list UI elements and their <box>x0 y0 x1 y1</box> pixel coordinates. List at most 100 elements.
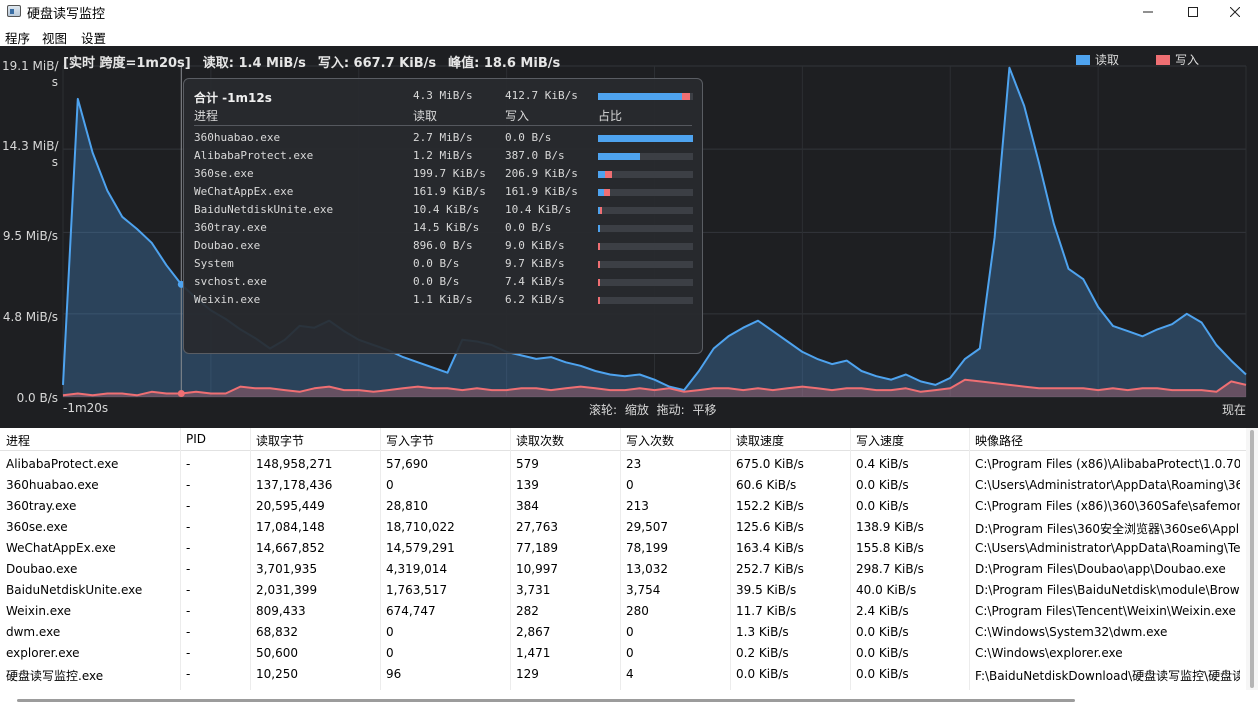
tooltip-total-share-bar <box>598 93 693 100</box>
table-cell: 0 <box>386 625 394 639</box>
maximize-button[interactable] <box>1170 0 1216 24</box>
table-row[interactable]: Doubao.exe - 3,701,935 4,319,014 10,997 13,03… <box>0 558 1246 579</box>
table-cell: 137,178,436 <box>256 478 333 492</box>
column-header[interactable]: 写入次数 <box>626 432 674 449</box>
table-cell: 0 <box>626 646 634 660</box>
table-cell: 77,189 <box>516 541 558 555</box>
vertical-scrollbar[interactable] <box>1246 428 1258 690</box>
tooltip-share-bar <box>598 189 693 196</box>
table-cell: - <box>186 541 191 555</box>
column-header[interactable]: 读取速度 <box>736 432 784 449</box>
column-header[interactable]: 进程 <box>6 432 30 449</box>
menu-program[interactable]: 程序 <box>5 28 30 47</box>
tooltip-share-bar <box>598 225 693 232</box>
tooltip-process-write: 10.4 KiB/s <box>505 203 572 216</box>
table-row[interactable]: Weixin.exe - 809,433 674,747 282 280 11.7 KiB/… <box>0 600 1246 621</box>
horizontal-scroll-thumb[interactable] <box>17 699 1075 702</box>
column-header[interactable]: PID <box>186 432 206 446</box>
tooltip-col-write: 写入 <box>505 109 530 123</box>
table-cell: - <box>186 583 191 597</box>
table-row[interactable]: BaiduNetdiskUnite.exe - 2,031,399 1,763,517… <box>0 579 1246 600</box>
table-cell: 0.0 KiB/s <box>856 667 909 681</box>
menu-view[interactable]: 视图 <box>42 28 67 47</box>
tooltip-process-read: 896.0 B/s <box>413 239 473 252</box>
table-cell: D:\Program Files\Doubao\app\Doubao.exe <box>975 562 1226 576</box>
table-row[interactable]: 360tray.exe - 20,595,449 28,810 384 213 152.2 … <box>0 495 1246 516</box>
table-cell: 10,997 <box>516 562 558 576</box>
table-cell: C:\Users\Administrator\AppData\Roaming\3… <box>975 478 1240 492</box>
table-cell: 152.2 KiB/s <box>736 499 804 513</box>
cursor-point-write <box>177 390 185 398</box>
process-table[interactable]: 进程 PID 读取字节 写入字节 读取次数 写入次数 读取速度 写入速度 映像路径 Alibab… <box>0 428 1258 708</box>
tooltip-process-name: svchost.exe <box>194 275 267 288</box>
table-cell: - <box>186 478 191 492</box>
table-cell: 138.9 KiB/s <box>856 520 924 534</box>
table-cell: F:\BaiduNetdiskDownload\硬盘读写监控\硬盘读 <box>975 669 1240 683</box>
tooltip-process-read: 161.9 KiB/s <box>413 185 486 198</box>
table-cell: - <box>186 604 191 618</box>
chart-read-rate: 读取: 1.4 MiB/s <box>202 56 306 71</box>
tooltip-process-write: 9.0 KiB/s <box>505 239 565 252</box>
table-cell: 2,031,399 <box>256 583 318 597</box>
table-cell: - <box>186 646 191 660</box>
tooltip-process-write: 206.9 KiB/s <box>505 167 578 180</box>
window-title: 硬盘读写监控 <box>27 7 106 22</box>
io-chart[interactable]: 19.1 MiB/ s 14.3 MiB/ s 9.5 MiB/s 4.8 Mi… <box>0 46 1258 428</box>
vertical-scroll-thumb[interactable] <box>1250 430 1254 688</box>
tooltip-process-read: 1.1 KiB/s <box>413 293 473 306</box>
y-tick-label: 14.3 MiB/ s <box>2 139 59 169</box>
tooltip-share-bar <box>598 207 693 214</box>
table-row[interactable]: AlibabaProtect.exe - 148,958,271 57,690 579 2… <box>0 453 1246 474</box>
horizontal-scrollbar[interactable] <box>0 692 1258 708</box>
chart-tooltip: 合计 -1m12s 4.3 MiB/s 412.7 KiB/s 进程 读取 写入… <box>183 78 703 354</box>
table-cell: Doubao.exe <box>6 562 78 576</box>
tooltip-process-row: System 0.0 B/s 9.7 KiB/s <box>184 257 702 273</box>
table-cell: 280 <box>626 604 649 618</box>
column-header[interactable]: 写入速度 <box>856 432 904 449</box>
table-cell: 14,667,852 <box>256 541 325 555</box>
table-row[interactable]: explorer.exe - 50,600 0 1,471 0 0.2 KiB/s 0.0 K… <box>0 642 1246 663</box>
table-cell: 0.0 KiB/s <box>856 646 909 660</box>
table-row[interactable]: 360huabao.exe - 137,178,436 0 139 0 60.6 KiB/s… <box>0 474 1246 495</box>
table-row[interactable]: 硬盘读写监控.exe - 10,250 96 129 4 0.0 KiB/s 0.0 KiB/… <box>0 663 1246 684</box>
table-cell: 0.2 KiB/s <box>736 646 789 660</box>
tooltip-process-write: 0.0 B/s <box>505 221 552 234</box>
table-cell: D:\Program Files\360安全浏览器\360se6\Applic <box>975 522 1240 536</box>
y-tick-label: 4.8 MiB/s <box>2 310 58 324</box>
tooltip-process-read: 1.2 MiB/s <box>413 149 473 162</box>
tooltip-process-read: 0.0 B/s <box>413 275 460 288</box>
table-cell: 0 <box>386 478 394 492</box>
table-cell: 0.0 KiB/s <box>856 499 909 513</box>
table-cell: 213 <box>626 499 649 513</box>
minimize-button[interactable] <box>1125 0 1171 24</box>
tooltip-process-name: 360se.exe <box>194 167 254 180</box>
column-header[interactable]: 读取字节 <box>256 432 304 449</box>
table-row[interactable]: 360se.exe - 17,084,148 18,710,022 27,763 29,5… <box>0 516 1246 537</box>
column-header[interactable]: 读取次数 <box>516 432 564 449</box>
table-cell: 3,754 <box>626 583 661 597</box>
tooltip-total-values: 4.3 MiB/s 412.7 KiB/s <box>184 89 702 105</box>
y-tick-label: 19.1 MiB/ s <box>2 59 59 89</box>
table-row[interactable]: WeChatAppEx.exe - 14,667,852 14,579,291 77,1… <box>0 537 1246 558</box>
tooltip-process-row: BaiduNetdiskUnite.exe 10.4 KiB/s 10.4 KiB/… <box>184 203 702 219</box>
menu-settings[interactable]: 设置 <box>81 28 106 47</box>
table-cell: WeChatAppEx.exe <box>6 541 116 555</box>
column-header[interactable]: 映像路径 <box>975 432 1023 449</box>
table-cell: Weixin.exe <box>6 604 72 618</box>
close-button[interactable] <box>1212 0 1258 24</box>
tooltip-process-read: 2.7 MiB/s <box>413 131 473 144</box>
tooltip-process-write: 9.7 KiB/s <box>505 257 565 270</box>
table-cell: 29,507 <box>626 520 668 534</box>
table-cell: 125.6 KiB/s <box>736 520 804 534</box>
close-icon <box>1230 7 1240 17</box>
table-cell: 129 <box>516 667 539 681</box>
tooltip-process-read: 199.7 KiB/s <box>413 167 486 180</box>
column-header[interactable]: 写入字节 <box>386 432 434 449</box>
table-cell: 4,319,014 <box>386 562 448 576</box>
tooltip-total-read: 4.3 MiB/s <box>413 89 473 102</box>
table-cell: 28,810 <box>386 499 428 513</box>
table-cell: 17,084,148 <box>256 520 325 534</box>
table-row[interactable]: dwm.exe - 68,832 0 2,867 0 1.3 KiB/s 0.0 KiB/s C… <box>0 621 1246 642</box>
tooltip-col-share: 占比 <box>598 109 623 123</box>
table-cell: 0.0 KiB/s <box>856 625 909 639</box>
